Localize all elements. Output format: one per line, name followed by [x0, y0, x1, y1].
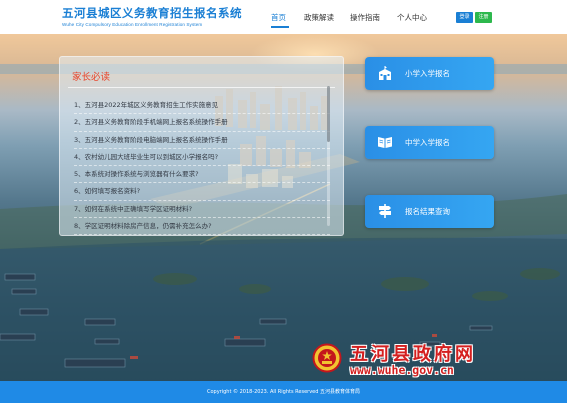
register-button[interactable]: 注册 [475, 12, 492, 23]
notice-item[interactable]: 2、五河县义务教育阶段手机端网上报名系统操作手册 [74, 114, 330, 132]
middle-school-enroll-label: 中学入学报名 [405, 138, 450, 147]
nav-guide[interactable]: 操作指南 [350, 12, 380, 23]
parent-notice-panel: 家长必读 1、五河县2022年城区义务教育招生工作实施意见 2、五河县义务教育阶… [59, 56, 344, 236]
watermark-url: www.wuhe.gov.cn [350, 363, 454, 377]
notice-scrollbar[interactable] [327, 86, 330, 226]
notice-scroll-thumb[interactable] [327, 86, 330, 142]
notice-item[interactable]: 4、农村幼儿园大班毕业生可以到城区小学报名吗? [74, 149, 330, 167]
primary-school-enroll-button[interactable]: 小学入学报名 [365, 57, 494, 90]
page-footer: Copyright © 2018-2023. All Rights Reserv… [0, 381, 567, 403]
notice-item[interactable]: 7、如何在系统中正确填写学区证明材料? [74, 201, 330, 219]
notice-item[interactable]: 3、五河县义务教育阶段电脑端网上报名系统操作手册 [74, 132, 330, 149]
notice-item[interactable]: 6、如何填写报名资料? [74, 183, 330, 201]
notice-divider [68, 87, 335, 88]
middle-school-enroll-button[interactable]: 中学入学报名 [365, 126, 494, 159]
notice-panel-title: 家长必读 [72, 72, 111, 83]
notice-item[interactable]: 1、五河县2022年城区义务教育招生工作实施意见 [74, 97, 330, 115]
national-emblem-icon [312, 343, 342, 373]
signpost-icon [379, 204, 391, 218]
footer-copyright: Copyright © 2018-2023. All Rights Reserv… [206, 389, 361, 395]
primary-school-enroll-label: 小学入学报名 [405, 69, 450, 78]
nav-policy[interactable]: 政策解读 [304, 12, 334, 23]
enroll-result-query-button[interactable]: 报名结果查询 [365, 195, 494, 228]
nav-personal-center[interactable]: 个人中心 [397, 12, 427, 23]
open-book-icon [378, 137, 392, 148]
enroll-result-query-label: 报名结果查询 [405, 207, 450, 216]
school-building-icon [379, 66, 391, 80]
government-site-watermark: 五河县政府网 www.wuhe.gov.cn [312, 340, 522, 380]
nav-home[interactable]: 首页 [271, 12, 286, 23]
nav-active-indicator [271, 26, 289, 28]
notice-item[interactable]: 5、本系统对操作系统与浏览器有什么要求? [74, 166, 330, 184]
notice-list: 1、五河县2022年城区义务教育招生工作实施意见 2、五河县义务教育阶段手机端网… [74, 97, 330, 236]
login-button[interactable]: 登录 [456, 12, 473, 23]
notice-item[interactable]: 8、学区证明材料除房产信息，仍需补充怎么办? [74, 218, 330, 236]
top-header: 五河县城区义务教育招生报名系统 Wuhe City Compulsory Edu… [0, 0, 567, 34]
